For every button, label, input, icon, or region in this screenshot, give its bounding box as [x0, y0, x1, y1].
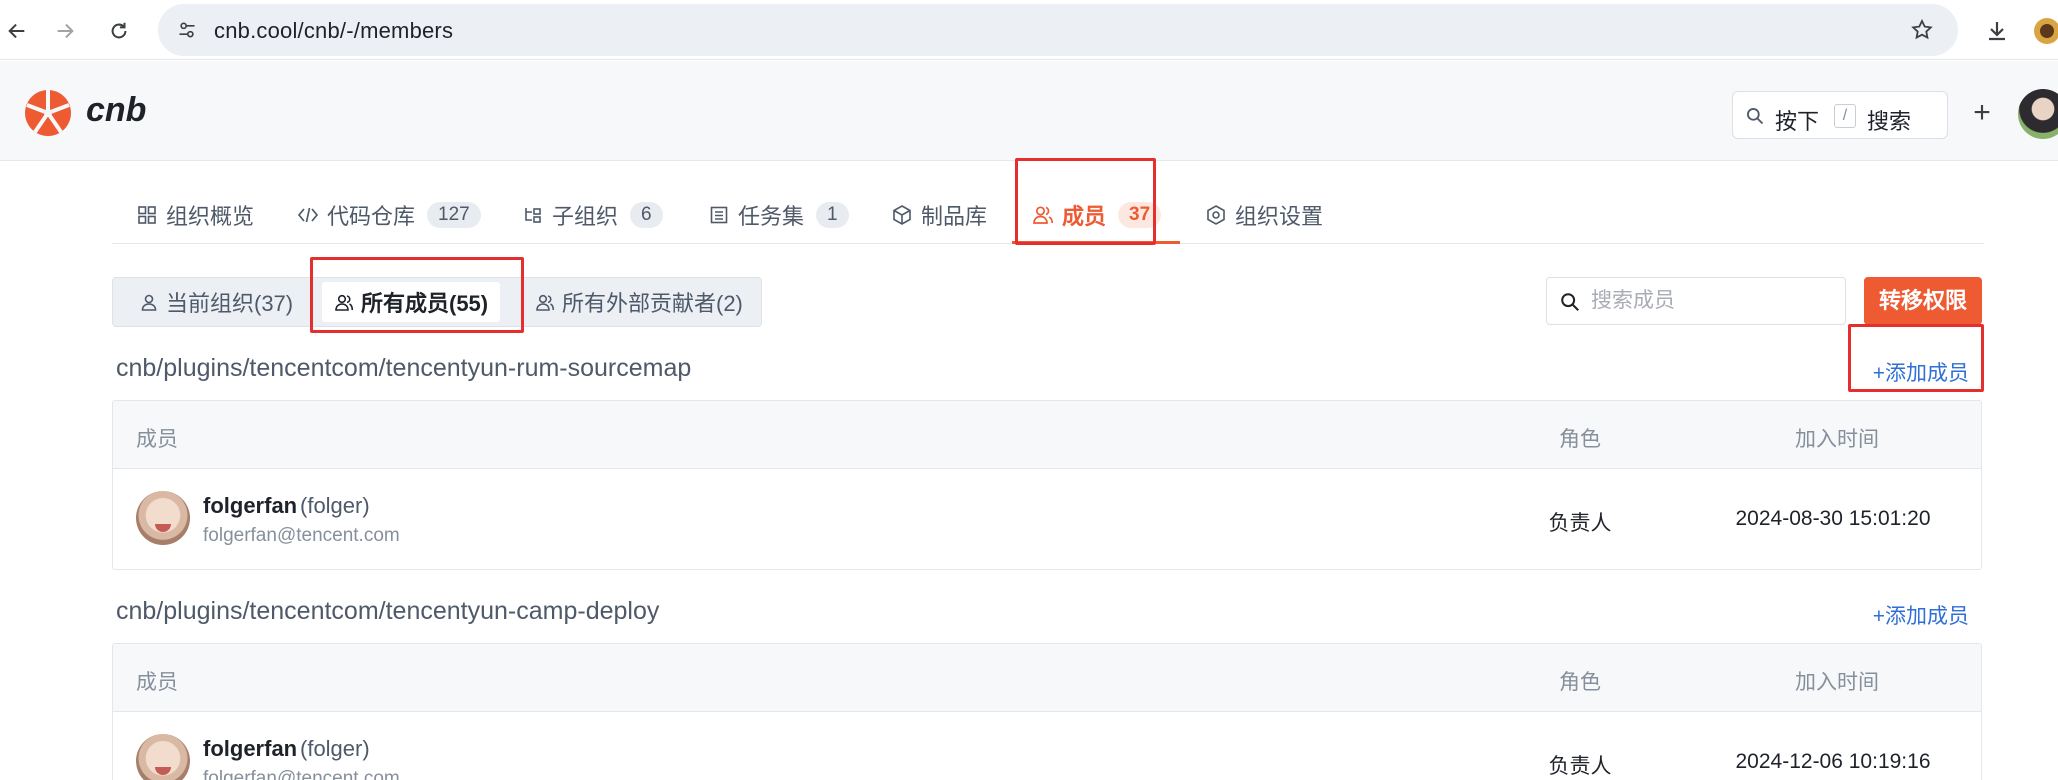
tree-icon — [522, 204, 544, 226]
column-header-member: 成员 — [136, 671, 178, 694]
tab-artifacts[interactable]: 制品库 — [891, 200, 987, 230]
suborg-count-badge: 6 — [630, 202, 663, 228]
member-role: 负责人 — [1548, 755, 1612, 778]
arrow-left-icon — [8, 23, 25, 39]
member-count-badge: 37 — [1118, 202, 1162, 228]
address-bar[interactable]: cnb.cool/cnb/-/members — [158, 4, 1958, 56]
member-search-input[interactable] — [1591, 286, 1831, 316]
member-table: 成员 角色 加入时间 folgerfan (folger) folgerfan@… — [112, 400, 1982, 570]
tab-label: 任务集 — [738, 204, 805, 229]
table-header: 成员 角色 加入时间 — [113, 644, 1981, 712]
member-scope-tabs: 当前组织(37) 所有成员(55) 所有外部贡献者(2) — [112, 277, 762, 327]
table-row: folgerfan (folger) folgerfan@tencent.com… — [113, 469, 1981, 569]
subtab-external-contributors[interactable]: 所有外部贡献者(2) — [523, 282, 755, 322]
tab-label: 代码仓库 — [327, 204, 416, 229]
reload-button[interactable] — [102, 14, 136, 48]
tab-tasks[interactable]: 任务集 1 — [708, 200, 849, 230]
member-name[interactable]: folgerfan — [203, 736, 297, 762]
list-icon — [708, 204, 730, 226]
tab-overview[interactable]: 组织概览 — [136, 200, 254, 230]
users-icon — [1032, 204, 1054, 226]
tab-settings[interactable]: 组织设置 — [1205, 200, 1323, 230]
site-info-icon[interactable] — [174, 17, 200, 43]
page: cnb.cool/cnb/-/members cnb 按下 / 搜索 + 组织概… — [0, 0, 2058, 780]
member-email: folgerfan@tencent.com — [203, 768, 400, 780]
column-header-joined: 加入时间 — [1795, 428, 1879, 451]
repo-title[interactable]: cnb/plugins/tencentcom/tencentyun-camp-d… — [116, 597, 659, 626]
member-table: 成员 角色 加入时间 folgerfan (folger) folgerfan@… — [112, 643, 1982, 780]
app-header: cnb 按下 / 搜索 + — [0, 61, 2058, 161]
table-header: 成员 角色 加入时间 — [113, 401, 1981, 469]
tab-label: 子组织 — [552, 204, 619, 229]
tab-members[interactable]: 成员 37 — [1032, 200, 1162, 230]
task-count-badge: 1 — [816, 202, 849, 228]
url-text[interactable]: cnb.cool/cnb/-/members — [214, 18, 453, 44]
tab-repos[interactable]: 代码仓库 127 — [297, 200, 481, 230]
code-icon — [297, 204, 319, 226]
tab-suborgs[interactable]: 子组织 6 — [522, 200, 663, 230]
member-avatar[interactable] — [136, 491, 190, 545]
column-header-joined: 加入时间 — [1795, 671, 1879, 694]
active-tab-indicator — [1012, 241, 1180, 244]
grid-icon — [136, 204, 158, 226]
tab-label: 组织概览 — [166, 204, 255, 229]
cnb-logo-icon[interactable] — [24, 89, 72, 137]
arrow-right-icon — [57, 23, 74, 39]
member-join-time: 2024-08-30 15:01:20 — [1735, 507, 1931, 530]
user-avatar[interactable] — [2018, 89, 2058, 139]
bookmark-star-icon[interactable] — [1908, 16, 1936, 44]
cube-icon — [891, 204, 913, 226]
subtab-current-org[interactable]: 当前组织(37) — [127, 282, 305, 322]
repo-count-badge: 127 — [427, 202, 481, 228]
extension-icon[interactable] — [2030, 14, 2058, 48]
global-search[interactable]: 按下 / 搜索 — [1732, 91, 1948, 139]
member-avatar[interactable] — [136, 734, 190, 780]
user-icon — [139, 292, 159, 312]
create-plus-button[interactable]: + — [1966, 96, 1998, 129]
back-button[interactable] — [0, 14, 34, 48]
gear-icon — [1205, 204, 1227, 226]
subtab-label: 所有外部贡献者(2) — [562, 291, 743, 316]
tab-label: 制品库 — [921, 204, 988, 229]
browser-toolbar: cnb.cool/cnb/-/members — [0, 0, 2058, 60]
forward-button[interactable] — [48, 14, 82, 48]
org-tabs: 组织概览 代码仓库 127 子组织 6 任务集 1 制品库 成员 37 组织设置 — [112, 160, 1984, 244]
reload-icon — [111, 22, 127, 39]
member-handle: (folger) — [300, 736, 370, 761]
member-search-field[interactable] — [1546, 277, 1846, 325]
subtab-label: 当前组织(37) — [166, 291, 294, 316]
search-press-text: 按下 — [1775, 109, 1820, 134]
column-header-role: 角色 — [1559, 428, 1601, 451]
users-icon — [334, 292, 354, 312]
add-member-link[interactable]: +添加成员 — [1873, 600, 1969, 630]
tab-label: 成员 — [1062, 204, 1107, 229]
search-icon — [1747, 108, 1764, 125]
tab-label: 组织设置 — [1235, 204, 1324, 229]
transfer-permission-button[interactable]: 转移权限 — [1864, 277, 1982, 325]
subtab-all-members[interactable]: 所有成员(55) — [322, 282, 501, 322]
search-label: 搜索 — [1867, 109, 1912, 134]
member-email: folgerfan@tencent.com — [203, 525, 400, 546]
download-icon[interactable] — [1980, 14, 2014, 48]
member-join-time: 2024-12-06 10:19:16 — [1735, 750, 1931, 773]
search-shortcut-key: / — [1834, 104, 1856, 128]
member-handle: (folger) — [300, 493, 370, 518]
brand-name[interactable]: cnb — [86, 91, 146, 130]
repo-title[interactable]: cnb/plugins/tencentcom/tencentyun-rum-so… — [116, 354, 691, 383]
member-name[interactable]: folgerfan — [203, 493, 297, 519]
table-row: folgerfan (folger) folgerfan@tencent.com… — [113, 712, 1981, 780]
search-icon — [1561, 293, 1579, 311]
column-header-role: 角色 — [1559, 671, 1601, 694]
member-role: 负责人 — [1548, 512, 1612, 535]
subtab-label: 所有成员(55) — [361, 291, 489, 316]
column-header-member: 成员 — [136, 428, 178, 451]
users-icon — [535, 292, 555, 312]
add-member-link[interactable]: +添加成员 — [1873, 357, 1969, 387]
